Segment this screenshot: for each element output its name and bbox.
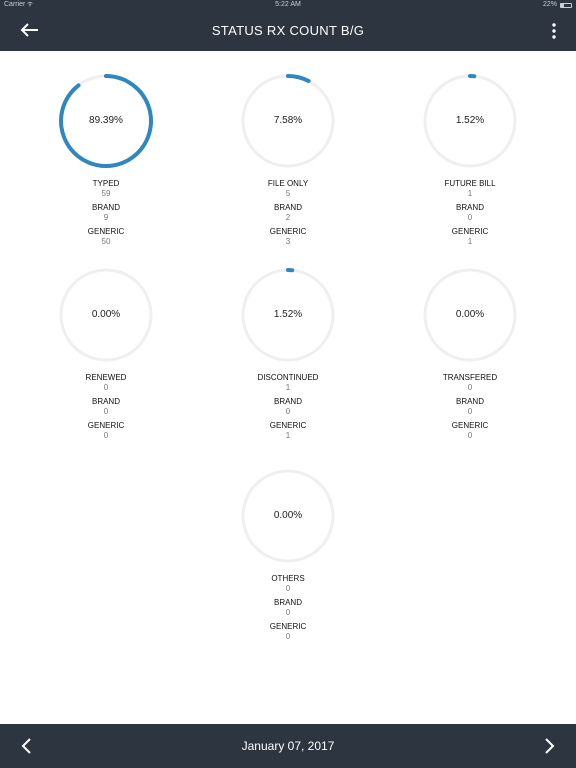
battery-status: 22%	[543, 0, 572, 10]
percent-label: 0.00%	[91, 309, 121, 320]
status-card-transfered[interactable]: 0.00% TRANSFERED 0 BRAND 0 GENERIC 0	[379, 265, 561, 445]
brand-count: 0	[467, 213, 473, 222]
status-count: 1	[285, 383, 291, 392]
progress-ring: 7.58%	[238, 71, 338, 171]
brand-label: BRAND	[455, 397, 484, 406]
progress-ring: 89.39%	[56, 71, 156, 171]
chevron-right-icon	[545, 738, 555, 754]
generic-count: 0	[103, 431, 109, 440]
status-count: 0	[103, 383, 109, 392]
percent-label: 7.58%	[273, 115, 303, 126]
generic-label: GENERIC	[87, 227, 125, 236]
generic-count: 3	[285, 237, 291, 246]
status-name: RENEWED	[85, 373, 127, 382]
brand-label: BRAND	[91, 397, 120, 406]
brand-label: BRAND	[273, 203, 302, 212]
date-footer: January 07, 2017	[0, 724, 576, 768]
generic-label: GENERIC	[87, 421, 125, 430]
progress-ring: 0.00%	[420, 265, 520, 365]
brand-count: 0	[285, 608, 291, 617]
more-menu-button[interactable]	[544, 20, 564, 42]
status-count: 0	[467, 383, 473, 392]
brand-label: BRAND	[273, 598, 302, 607]
brand-count: 0	[467, 407, 473, 416]
percent-label: 0.00%	[273, 510, 303, 521]
brand-label: BRAND	[273, 397, 302, 406]
status-time: 5:22 AM	[275, 1, 301, 8]
generic-count: 50	[101, 237, 111, 246]
status-name: OTHERS	[271, 574, 305, 583]
percent-label: 1.52%	[455, 115, 485, 126]
status-count: 0	[285, 584, 291, 593]
status-count: 59	[101, 189, 111, 198]
current-date: January 07, 2017	[241, 739, 335, 753]
brand-count: 0	[285, 407, 291, 416]
status-count: 1	[467, 189, 473, 198]
more-vertical-icon	[552, 23, 556, 39]
status-card-typed[interactable]: 89.39% TYPED 59 BRAND 9 GENERIC 50	[15, 71, 197, 251]
progress-ring: 1.52%	[238, 265, 338, 365]
battery-icon	[560, 2, 572, 8]
brand-label: BRAND	[455, 203, 484, 212]
status-card-others[interactable]: 0.00% OTHERS 0 BRAND 0 GENERIC 0	[197, 466, 379, 646]
progress-ring: 1.52%	[420, 71, 520, 171]
generic-label: GENERIC	[451, 227, 489, 236]
generic-label: GENERIC	[269, 421, 307, 430]
generic-label: GENERIC	[269, 227, 307, 236]
percent-label: 0.00%	[455, 309, 485, 320]
status-card-renewed[interactable]: 0.00% RENEWED 0 BRAND 0 GENERIC 0	[15, 265, 197, 445]
percent-label: 1.52%	[273, 309, 303, 320]
brand-count: 2	[285, 213, 291, 222]
next-date-button[interactable]	[538, 735, 560, 757]
status-name: DISCONTINUED	[257, 373, 319, 382]
progress-ring: 0.00%	[56, 265, 156, 365]
battery-percent: 22%	[542, 1, 557, 8]
page-title: STATUS RX COUNT B/G	[211, 23, 365, 38]
status-card-discontinued[interactable]: 1.52% DISCONTINUED 1 BRAND 0 GENERIC 1	[197, 265, 379, 445]
generic-label: GENERIC	[269, 622, 307, 631]
status-name: FUTURE BILL	[444, 179, 496, 188]
status-bar: Carrier 5:22 AM 22%	[0, 0, 576, 10]
status-card-file-only[interactable]: 7.58% FILE ONLY 5 BRAND 2 GENERIC 3	[197, 71, 379, 251]
percent-label: 89.39%	[89, 115, 123, 126]
brand-count: 9	[103, 213, 109, 222]
generic-count: 0	[467, 431, 473, 440]
status-card-future-bill[interactable]: 1.52% FUTURE BILL 1 BRAND 0 GENERIC 1	[379, 71, 561, 251]
status-name: TRANSFERED	[442, 373, 498, 382]
generic-count: 1	[467, 237, 473, 246]
status-name: FILE ONLY	[267, 179, 309, 188]
progress-ring: 0.00%	[238, 466, 338, 566]
generic-count: 0	[285, 632, 291, 641]
brand-count: 0	[103, 407, 109, 416]
nav-bar: STATUS RX COUNT B/G	[0, 10, 576, 51]
status-count: 5	[285, 189, 291, 198]
status-name: TYPED	[92, 179, 120, 188]
generic-label: GENERIC	[451, 421, 489, 430]
generic-count: 1	[285, 431, 291, 440]
brand-label: BRAND	[91, 203, 120, 212]
